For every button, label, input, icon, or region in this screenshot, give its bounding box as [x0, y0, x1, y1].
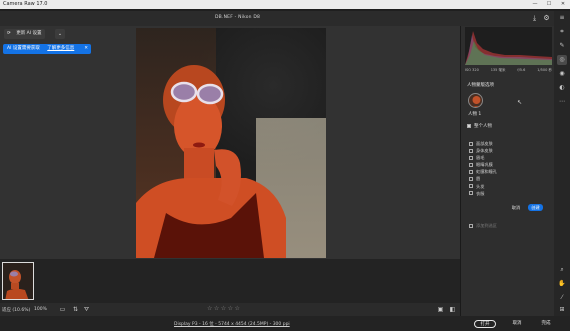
histogram-graph	[465, 31, 552, 65]
option-iris-pupil[interactable]: 虹膜和瞳孔	[469, 168, 497, 175]
masking-icon[interactable]: ◎	[557, 55, 567, 65]
part-options: 面部皮肤 身体皮肤 眉毛 眼睛巩膜 虹膜和瞳孔 唇 头发 衣服	[469, 140, 497, 197]
chevron-down-icon: ⌄	[57, 31, 63, 37]
more-icon[interactable]: ⋯	[557, 97, 567, 107]
crop-icon[interactable]: ⌗	[557, 27, 567, 37]
whole-person-label: 整个人物	[474, 124, 492, 129]
add-to-selection-checkbox[interactable]: 添加到选区	[469, 223, 497, 229]
banner-text: AI 设置需要获取	[7, 46, 40, 51]
gear-icon[interactable]: ⚙	[542, 14, 551, 23]
whole-person-checkbox[interactable]: 整个人物	[467, 123, 492, 129]
option-hair[interactable]: 头发	[469, 183, 497, 190]
iso-value: ISO 320	[465, 68, 479, 72]
save-icon[interactable]: ⤓	[530, 14, 539, 23]
option-clothes[interactable]: 衣服	[469, 190, 497, 197]
checkbox-icon[interactable]	[467, 123, 471, 128]
option-lips[interactable]: 唇	[469, 175, 497, 182]
title-bar: Camera Raw 17.0 — ☐ ✕	[0, 0, 570, 9]
workflow-options-link[interactable]: Display P3 - 16 位 - 5744 x 4454 (24.5MP)…	[174, 321, 290, 327]
thumbnail-image	[3, 263, 33, 299]
before-after-icon[interactable]: ◧	[448, 305, 457, 314]
done-button[interactable]: 完成	[539, 320, 553, 328]
star-rating[interactable]: ☆☆☆☆☆	[207, 305, 241, 312]
cancel-button[interactable]: 取消	[510, 320, 524, 328]
option-eye-sclera[interactable]: 眼睛巩膜	[469, 161, 497, 168]
learn-more-link[interactable]: 了解更多信息	[47, 46, 74, 51]
sort-icon[interactable]: ⇅	[71, 305, 80, 314]
ai-notice-banner: AI 设置需要获取 了解更多信息 ✕	[3, 44, 91, 54]
maximize-icon[interactable]: ☐	[542, 0, 556, 9]
grid-icon[interactable]: ⊞	[557, 305, 567, 315]
update-dropdown[interactable]: ⌄	[55, 29, 65, 39]
option-eyebrows[interactable]: 眉毛	[469, 154, 497, 161]
focal-length: 135 毫米	[490, 68, 506, 72]
open-button[interactable]: 打开	[474, 320, 496, 328]
masking-panel: ISO 320 135 毫米 f/5.6 1/500 秒 人物蒙版选项 人物 1…	[460, 26, 554, 316]
close-icon[interactable]: ✕	[556, 0, 570, 9]
filmstrip-view-icon[interactable]: ▭	[58, 305, 67, 314]
person-1-thumbnail[interactable]	[468, 93, 483, 108]
presets-icon[interactable]: ◐	[557, 83, 567, 93]
edit-icon[interactable]: ≡	[557, 13, 567, 23]
portrait-image	[136, 65, 286, 258]
person-label: 人物 1	[468, 112, 482, 117]
camera-info: ISO 320 135 毫米 f/5.6 1/500 秒	[465, 68, 552, 73]
close-icon[interactable]: ✕	[84, 44, 88, 54]
option-body-skin[interactable]: 身体皮肤	[469, 147, 497, 154]
filmstrip-thumbnail[interactable]	[2, 262, 34, 300]
refresh-icon: ⟳	[7, 31, 11, 36]
option-face-skin[interactable]: 面部皮肤	[469, 140, 497, 147]
bottom-bar: Display P3 - 16 位 - 5744 x 4454 (24.5MP)…	[0, 316, 570, 331]
zoom-percent[interactable]: 100%	[34, 307, 47, 312]
mouse-cursor-icon: ↖	[517, 99, 523, 106]
tool-rail: ≡ ⌗ ✎ ◎ ◉ ◐ ⋯ ⌕ ✋ ⁄ ⊞	[554, 11, 570, 316]
minimize-icon[interactable]: —	[528, 0, 542, 9]
zoom-level[interactable]: 适应 (10.6%)	[2, 307, 30, 313]
section-title: 人物蒙版选项	[467, 83, 494, 88]
app-title: Camera Raw 17.0	[3, 1, 48, 7]
file-name: DB.NEF - Nikon D8	[215, 15, 261, 20]
preview-image[interactable]	[136, 28, 326, 258]
filter-icon[interactable]: ⛛	[82, 305, 91, 314]
hand-icon[interactable]: ✋	[557, 279, 567, 289]
red-eye-icon[interactable]: ◉	[557, 69, 567, 79]
top-toolbar: DB.NEF - Nikon D8 ⤓ ⚙ ⤢	[0, 11, 570, 26]
create-mask-button[interactable]: 创建	[528, 204, 543, 211]
panel-cancel-button[interactable]: 取消	[508, 204, 524, 211]
zoom-icon[interactable]: ⌕	[557, 265, 567, 275]
histogram	[465, 27, 552, 65]
compare-view-icon[interactable]: ▣	[436, 305, 445, 314]
eyedropper-icon[interactable]: ⁄	[557, 293, 567, 303]
update-label: 更新 AI 设置	[16, 31, 42, 36]
filmstrip	[0, 259, 460, 303]
shutter-speed: 1/500 秒	[537, 68, 552, 72]
remove-icon[interactable]: ✎	[557, 41, 567, 51]
update-ai-settings-button[interactable]: ⟳ 更新 AI 设置	[4, 29, 45, 39]
aperture: f/5.6	[517, 68, 526, 72]
